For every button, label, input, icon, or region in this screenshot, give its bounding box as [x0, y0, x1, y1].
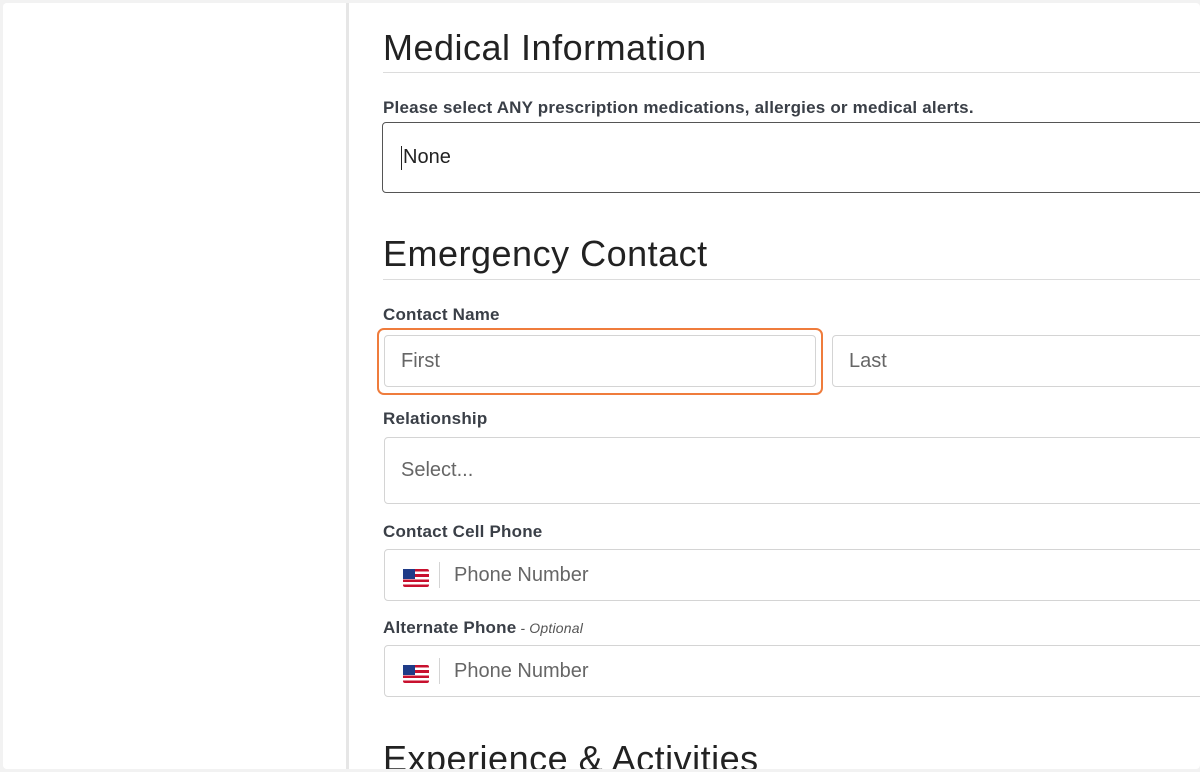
- form-content: Medical Information Please select ANY pr…: [377, 3, 1200, 769]
- alternate-phone-placeholder: Phone Number: [454, 659, 589, 682]
- medications-input[interactable]: None: [382, 122, 1200, 193]
- medical-information-heading: Medical Information: [383, 27, 707, 68]
- contact-name-label: Contact Name: [383, 305, 500, 324]
- contact-last-name-input[interactable]: Last: [832, 335, 1200, 387]
- optional-tag: - Optional: [520, 620, 584, 636]
- panel-divider: [346, 3, 349, 769]
- us-flag-icon[interactable]: [403, 665, 429, 683]
- relationship-placeholder: Select...: [401, 459, 474, 481]
- us-flag-icon[interactable]: [403, 569, 429, 587]
- experience-activities-heading: Experience & Activities: [383, 738, 759, 769]
- alternate-phone-label-text: Alternate Phone: [383, 618, 517, 637]
- page-frame: Medical Information Please select ANY pr…: [3, 3, 1200, 769]
- left-panel: [3, 3, 346, 769]
- first-name-placeholder: First: [401, 349, 440, 372]
- contact-first-name-input[interactable]: First: [384, 335, 816, 387]
- contact-cell-phone-input[interactable]: Phone Number: [384, 549, 1200, 601]
- phone-separator: [439, 658, 440, 684]
- cell-phone-placeholder: Phone Number: [454, 563, 589, 586]
- section-divider: [383, 279, 1200, 280]
- last-name-placeholder: Last: [849, 349, 887, 372]
- contact-cell-phone-label: Contact Cell Phone: [383, 522, 543, 541]
- relationship-select[interactable]: Select...: [384, 437, 1200, 504]
- text-caret: [401, 145, 402, 170]
- relationship-label: Relationship: [383, 409, 488, 428]
- section-divider: [383, 72, 1200, 73]
- phone-separator: [439, 562, 440, 588]
- emergency-contact-heading: Emergency Contact: [383, 233, 708, 274]
- alternate-phone-input[interactable]: Phone Number: [384, 645, 1200, 697]
- medications-label: Please select ANY prescription medicatio…: [383, 98, 974, 117]
- medications-value: None: [403, 146, 451, 168]
- alternate-phone-label: Alternate Phone - Optional: [383, 618, 583, 638]
